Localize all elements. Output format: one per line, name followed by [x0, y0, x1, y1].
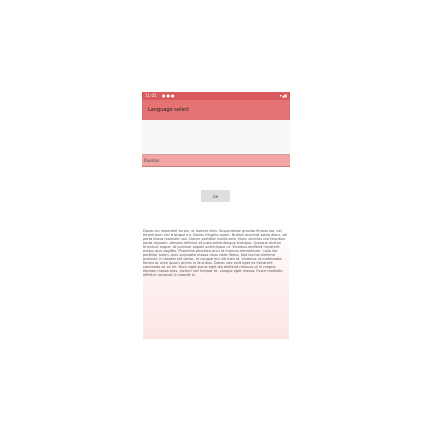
underline — [142, 166, 290, 167]
status-time: 11:01 — [145, 93, 157, 98]
status-bar: 11:01 ●●● ▾◢▮ — [142, 92, 290, 100]
notification-icon: ● — [171, 93, 176, 98]
language-selector[interactable]: Russian — [142, 155, 290, 167]
notification-icons: ●●● — [162, 92, 176, 100]
page-title: Language select — [148, 107, 190, 113]
battery-icon: ▮ — [284, 93, 287, 98]
toolbar: Language select — [142, 100, 290, 120]
app-screen: 11:01 ●●● ▾◢▮ Language select Russian OK… — [142, 92, 290, 340]
system-icons: ▾◢▮ — [280, 92, 287, 100]
lorem-text: Donec eu imperdiet turpis, ut laoreet ni… — [143, 229, 289, 339]
ok-button[interactable]: OK — [201, 190, 230, 202]
empty-panel — [142, 120, 290, 154]
